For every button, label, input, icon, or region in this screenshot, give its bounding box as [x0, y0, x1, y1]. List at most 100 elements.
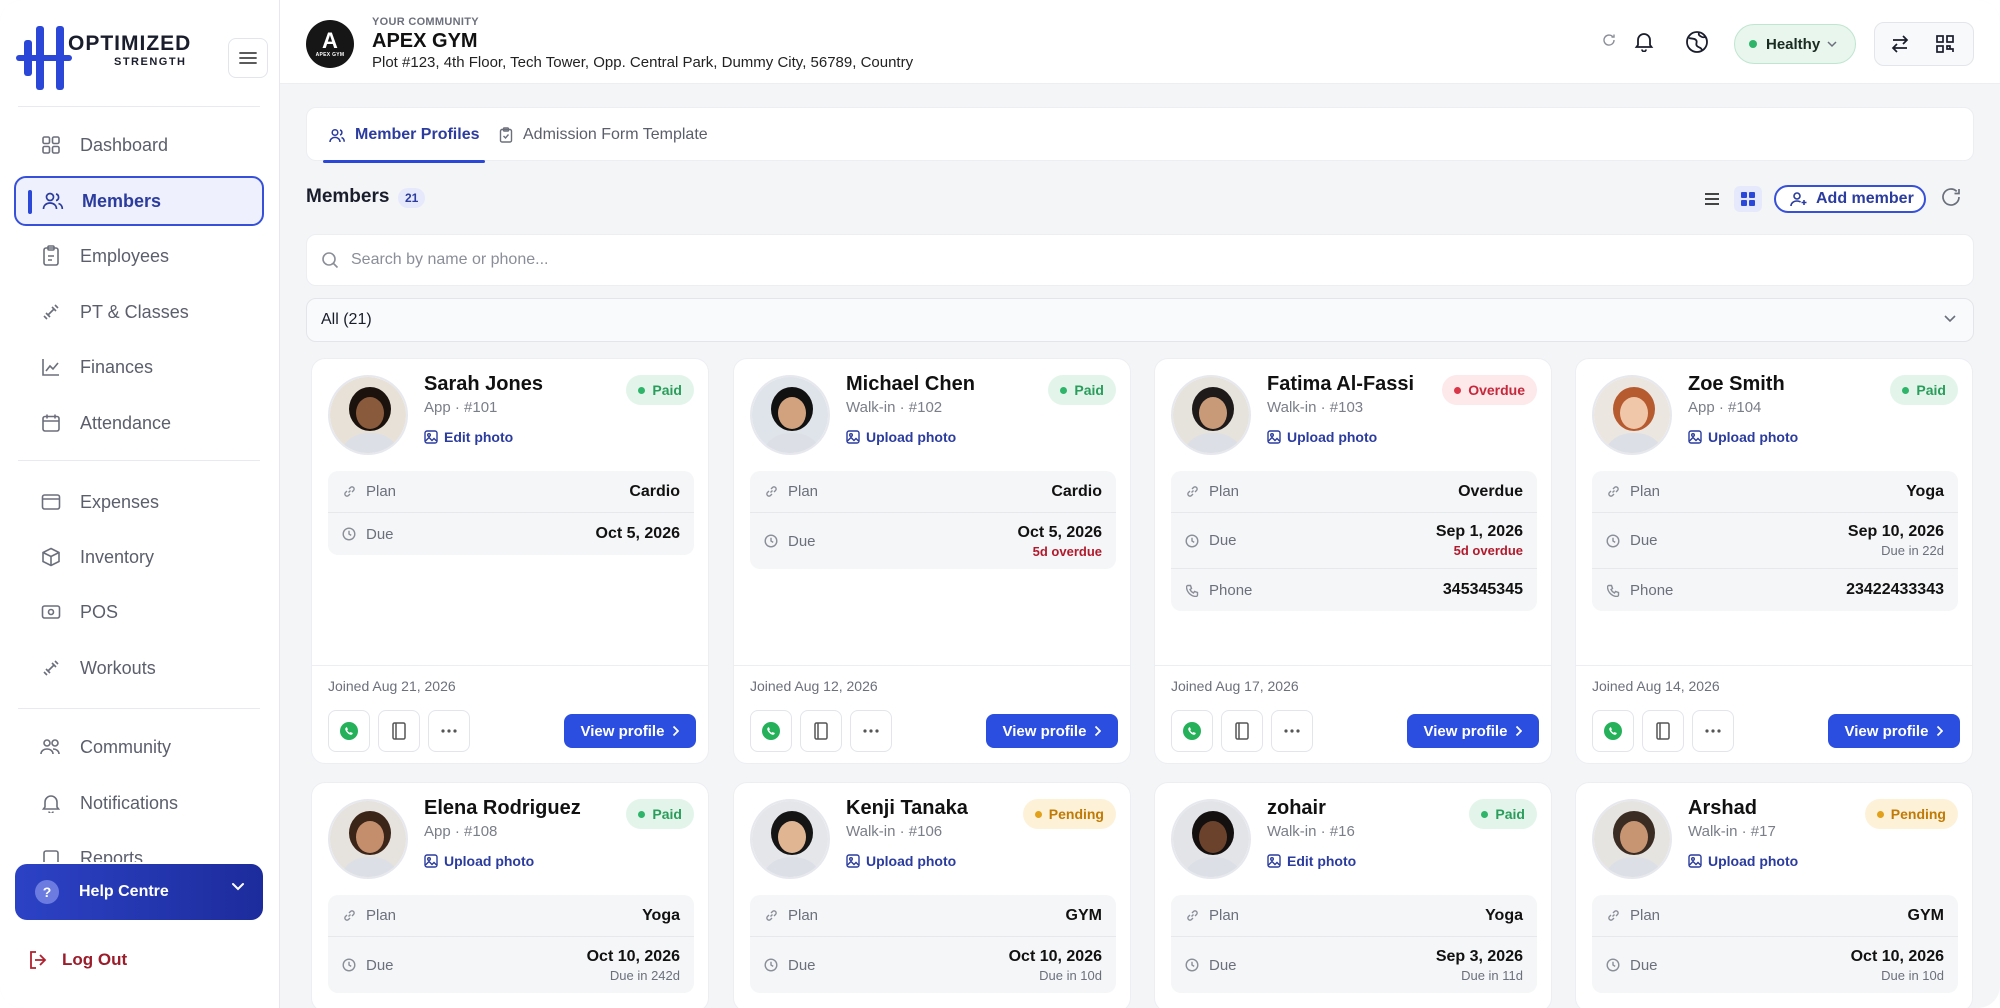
notifications-button[interactable]	[1634, 30, 1654, 52]
more-dots-icon	[441, 729, 457, 733]
notes-button[interactable]	[800, 710, 842, 752]
due-date: Oct 10, 2026	[1008, 947, 1102, 965]
switch-button[interactable]	[1890, 34, 1910, 54]
health-status-dropdown[interactable]: Healthy	[1734, 24, 1856, 64]
whatsapp-button[interactable]	[1592, 710, 1634, 752]
notes-button[interactable]	[378, 710, 420, 752]
menu-toggle-button[interactable]	[228, 38, 268, 78]
sidebar-item-attendance[interactable]: Attendance	[14, 398, 264, 448]
sidebar-item-reports[interactable]: Reports	[14, 834, 264, 862]
sidebar-item-label: Inventory	[80, 546, 155, 567]
view-profile-button[interactable]: View profile	[1407, 714, 1539, 748]
plan-label: Plan	[366, 907, 397, 924]
gym-logo-letter: A	[322, 28, 338, 53]
sync-button[interactable]	[1602, 33, 1616, 47]
avatar[interactable]	[750, 375, 830, 455]
link-icon	[1606, 485, 1620, 498]
sidebar-item-members[interactable]: Members	[14, 176, 264, 226]
avatar[interactable]	[1592, 799, 1672, 879]
bell-icon	[40, 792, 62, 814]
language-button[interactable]	[1685, 30, 1709, 54]
avatar[interactable]	[750, 799, 830, 879]
due-note: 5d overdue	[1453, 543, 1523, 558]
logout-button[interactable]: Log Out	[28, 950, 127, 970]
sidebar-item-employees[interactable]: Employees	[14, 231, 264, 281]
sidebar-item-inventory[interactable]: Inventory	[14, 532, 264, 582]
phone-icon	[1606, 584, 1620, 597]
photo-action-link[interactable]: Upload photo	[846, 853, 956, 869]
due-note: Due in 22d	[1881, 543, 1944, 558]
avatar[interactable]	[328, 799, 408, 879]
health-status-label: Healthy	[1766, 35, 1821, 53]
grid-view-button[interactable]	[1734, 186, 1762, 212]
member-name: Kenji Tanaka	[846, 797, 968, 819]
due-row: Due Oct 10, 2026 Due in 10d	[750, 937, 1116, 993]
more-options-button[interactable]	[1271, 710, 1313, 752]
refresh-button[interactable]	[1940, 186, 1962, 213]
view-profile-button[interactable]: View profile	[564, 714, 696, 748]
status-dot	[638, 810, 646, 818]
member-details-panel: Plan Yoga Due Sep 3, 2026 Due in 11d	[1171, 895, 1537, 993]
sidebar-item-expenses[interactable]: Expenses	[14, 477, 264, 527]
due-note: Due in 242d	[609, 967, 680, 983]
view-profile-button[interactable]: View profile	[1828, 714, 1960, 748]
photo-action-link[interactable]: Upload photo	[846, 429, 956, 445]
list-view-button[interactable]	[1698, 186, 1726, 212]
more-options-button[interactable]	[850, 710, 892, 752]
whatsapp-button[interactable]	[328, 710, 370, 752]
tab-admission-form-template[interactable]: Admission Form Template	[499, 108, 708, 162]
tab-member-profiles[interactable]: Member Profiles	[322, 108, 486, 163]
sidebar-item-workouts[interactable]: Workouts	[14, 643, 264, 693]
member-details-panel: Plan Overdue Due Sep 1, 2026 5d overdue P…	[1171, 471, 1537, 611]
sidebar-item-finances[interactable]: Finances	[14, 342, 264, 392]
plan-row: Plan Cardio	[328, 471, 694, 513]
sidebar-item-community[interactable]: Community	[14, 722, 264, 772]
status-badge: Pending	[1864, 799, 1958, 829]
photo-action-link[interactable]: Upload photo	[424, 853, 534, 869]
card-footer: Joined Aug 17, 2026 View profile	[1155, 665, 1551, 763]
whatsapp-button[interactable]	[750, 710, 792, 752]
filter-value: All (21)	[321, 311, 372, 328]
sidebar-item-notifications[interactable]: Notifications	[14, 778, 264, 828]
filter-dropdown[interactable]: All (21)	[306, 298, 1974, 342]
avatar[interactable]	[1171, 375, 1251, 455]
sidebar-item-label: Finances	[80, 356, 154, 377]
list-icon	[1705, 193, 1719, 205]
avatar[interactable]	[1171, 799, 1251, 879]
plan-row: Plan Yoga	[1592, 471, 1958, 513]
sidebar-item-dashboard[interactable]: Dashboard	[14, 120, 264, 170]
joined-date: Joined Aug 14, 2026	[1592, 678, 1720, 694]
help-centre-button[interactable]: ? Help Centre	[15, 864, 263, 920]
search-input[interactable]	[351, 251, 1251, 269]
whatsapp-button[interactable]	[1171, 710, 1213, 752]
photo-action-link[interactable]: Upload photo	[1688, 853, 1798, 869]
notes-button[interactable]	[1642, 710, 1684, 752]
image-icon	[424, 430, 438, 444]
image-icon	[846, 430, 860, 444]
tab-label: Admission Form Template	[523, 126, 708, 143]
phone-icon	[1185, 584, 1199, 597]
avatar[interactable]	[1592, 375, 1672, 455]
status-label: Paid	[1916, 382, 1946, 398]
member-name: zohair	[1267, 797, 1326, 819]
photo-action-link[interactable]: Upload photo	[1267, 429, 1377, 445]
photo-action-link[interactable]: Edit photo	[424, 429, 513, 445]
brand-logo[interactable]: OPTIMIZED STRENGTH	[16, 24, 190, 92]
add-member-button[interactable]: Add member	[1774, 185, 1926, 213]
more-options-button[interactable]	[428, 710, 470, 752]
gym-address: Plot #123, 4th Floor, Tech Tower, Opp. C…	[372, 54, 914, 71]
photo-action-label: Upload photo	[444, 853, 535, 869]
apps-button[interactable]	[1935, 34, 1955, 54]
sidebar-item-pt-classes[interactable]: PT & Classes	[14, 287, 264, 337]
joined-date: Joined Aug 21, 2026	[328, 678, 456, 694]
link-icon	[1185, 909, 1199, 922]
view-profile-button[interactable]: View profile	[986, 714, 1118, 748]
due-row: Due Oct 5, 2026	[328, 513, 694, 555]
photo-action-link[interactable]: Edit photo	[1267, 853, 1356, 869]
more-options-button[interactable]	[1692, 710, 1734, 752]
phone-label: Phone	[1209, 581, 1253, 599]
photo-action-link[interactable]: Upload photo	[1688, 429, 1798, 445]
notes-button[interactable]	[1221, 710, 1263, 752]
avatar[interactable]	[328, 375, 408, 455]
sidebar-item-pos[interactable]: POS	[14, 587, 264, 637]
